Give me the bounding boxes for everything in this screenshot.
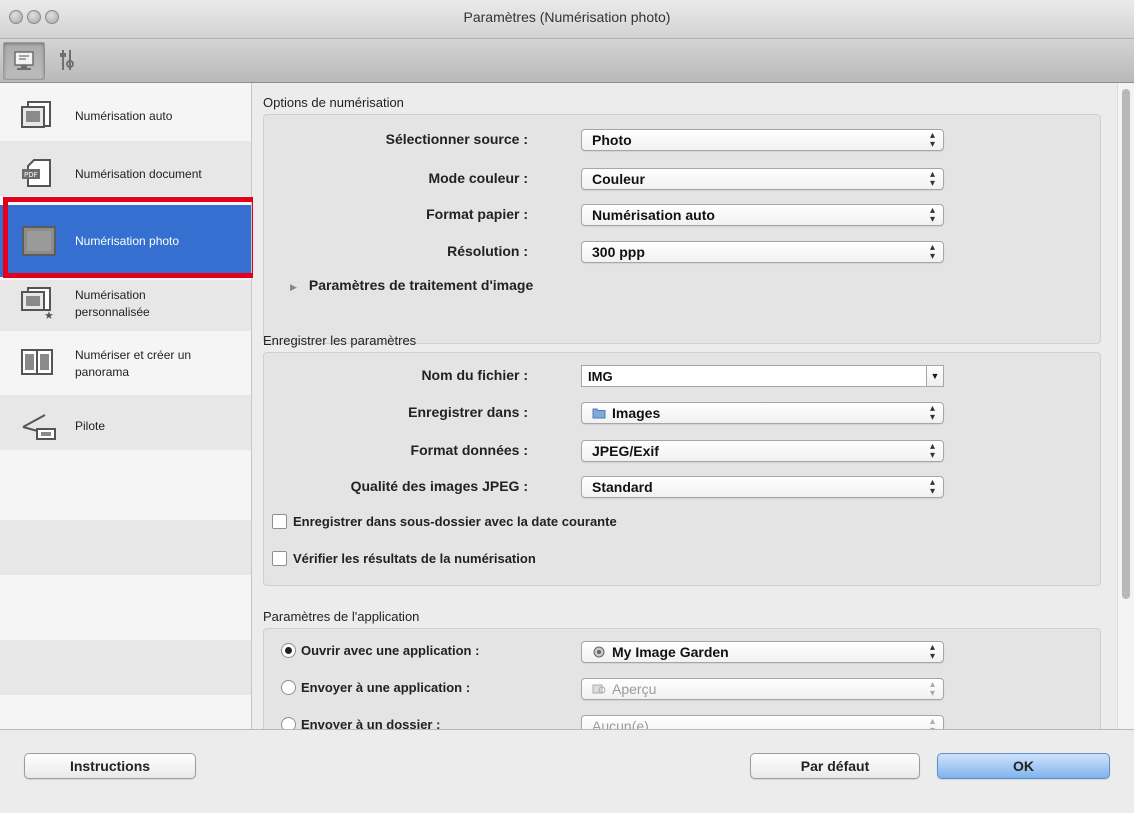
bottom-bar: Instructions Par défaut OK [0, 729, 1134, 813]
app-settings-title: Paramètres de l'application [263, 609, 420, 624]
save-settings-group: Nom du fichier : IMG ▼ Enregistrer dans … [263, 352, 1101, 586]
sidebar-item-label: Numérisation auto [75, 108, 173, 123]
jpeg-quality-label: Qualité des images JPEG : [350, 478, 528, 494]
sidebar-item-panorama[interactable]: Numériser et créer un panorama [0, 336, 251, 394]
save-in-select[interactable]: Images ▴ ▾ [581, 402, 944, 424]
radio-dot [281, 643, 296, 658]
document-scan-icon: PDF [22, 159, 51, 187]
verify-results-checkbox[interactable]: Vérifier les résultats de la numérisatio… [272, 551, 536, 566]
send-to-folder-radio[interactable]: Envoyer à un dossier : [281, 717, 440, 729]
my-image-garden-icon [593, 646, 605, 658]
sidebar-stripe [0, 520, 251, 575]
chevron-updown-icon: ▴▾ [929, 242, 935, 262]
resolution-label: Résolution : [447, 243, 528, 259]
chevron-down-icon: ▼ [930, 371, 940, 381]
save-settings-title: Enregistrer les paramètres [263, 333, 417, 348]
chevron-updown-icon: ▴▾ [929, 403, 935, 423]
sidebar-item-custom-scan[interactable]: ★ Numérisation personnalisée [0, 279, 251, 331]
source-select[interactable]: Photo ▴ ▾ [581, 129, 944, 151]
sidebar-item-label: Numériser et créer un panorama [75, 348, 192, 379]
data-format-select[interactable]: JPEG/Exif ▴ ▾ [581, 440, 944, 462]
scan-options-title: Options de numérisation [263, 95, 404, 110]
chevron-updown-icon: ▴▾ [929, 477, 935, 497]
sidebar: Numérisation auto PDF Numérisation docum… [0, 83, 252, 729]
ok-button[interactable]: OK [937, 753, 1110, 779]
file-name-dropdown-button[interactable]: ▼ [926, 365, 944, 387]
checkbox-box [272, 551, 287, 566]
sidebar-stripe [0, 640, 251, 695]
open-with-app-radio[interactable]: Ouvrir avec une application : [281, 643, 479, 658]
instructions-button[interactable]: Instructions [24, 753, 196, 779]
sidebar-item-label: Pilote [75, 418, 106, 433]
toolbar [0, 39, 1134, 83]
open-with-app-select[interactable]: My Image Garden ▴ ▾ [581, 641, 944, 663]
chevron-updown-icon: ▴▾ [929, 169, 935, 189]
scan-from-computer-tab[interactable] [3, 42, 45, 80]
driver-icon [22, 414, 56, 440]
chevron-updown-icon: ▴▾ [929, 205, 935, 225]
chevron-updown-icon: ▴▾ [929, 642, 935, 662]
app-settings-group: Ouvrir avec une application : My Image G… [263, 628, 1101, 729]
auto-scan-icon [21, 101, 51, 128]
send-to-app-radio[interactable]: Envoyer à une application : [281, 680, 470, 695]
disclosure-triangle-icon: ▶ [290, 282, 297, 292]
highlight-box [3, 197, 257, 278]
color-mode-label: Mode couleur : [428, 170, 528, 186]
paper-size-select[interactable]: Numérisation auto ▴ ▾ [581, 204, 944, 226]
settings-panel: Options de numérisation Sélectionner sou… [253, 83, 1117, 729]
window-title: Paramètres (Numérisation photo) [463, 9, 671, 25]
data-format-label: Format données : [410, 442, 528, 458]
checkbox-box [272, 514, 287, 529]
sidebar-item-label: Numérisation document [75, 166, 202, 181]
radio-dot [281, 717, 296, 729]
jpeg-quality-select[interactable]: Standard ▴ ▾ [581, 476, 944, 498]
vertical-scrollbar[interactable] [1117, 83, 1134, 729]
resolution-select[interactable]: 300 ppp ▴ ▾ [581, 241, 944, 263]
svg-text:PDF: PDF [24, 171, 38, 179]
scan-options-group: Sélectionner source : Photo ▴ ▾ Mode coul… [263, 114, 1101, 344]
general-settings-tab[interactable] [52, 42, 82, 78]
radio-dot [281, 680, 296, 695]
send-to-app-select[interactable]: Aperçu ▴ ▾ [581, 678, 944, 700]
scan-from-computer-icon [14, 51, 34, 70]
chevron-updown-icon: ▴▾ [929, 441, 935, 461]
paper-size-label: Format papier : [426, 206, 528, 222]
send-to-folder-select[interactable]: Aucun(e) ▴▾ [581, 715, 944, 729]
panorama-icon [21, 349, 53, 375]
save-in-label: Enregistrer dans : [408, 404, 528, 420]
image-processing-disclosure[interactable]: ▶ Paramètres de traitement d'image [290, 277, 533, 293]
file-name-input[interactable]: IMG [581, 365, 926, 387]
sidebar-item-document-scan[interactable]: PDF Numérisation document [0, 149, 251, 199]
chevron-updown-icon: ▴▾ [929, 716, 935, 730]
file-name-label: Nom du fichier : [421, 367, 528, 383]
scrollbar-thumb[interactable] [1122, 89, 1130, 599]
custom-scan-icon: ★ [21, 287, 54, 319]
color-mode-select[interactable]: Couleur ▴ ▾ [581, 168, 944, 190]
title-bar: Paramètres (Numérisation photo) [0, 0, 1134, 39]
general-settings-icon [60, 50, 74, 70]
source-label: Sélectionner source : [385, 131, 528, 147]
subfolder-date-checkbox[interactable]: Enregistrer dans sous-dossier avec la da… [272, 514, 617, 529]
sidebar-item-label: Numérisation personnalisée [75, 288, 150, 319]
defaults-button[interactable]: Par défaut [750, 753, 920, 779]
toolbar-separator [44, 47, 45, 74]
chevron-updown-icon: ▴▾ [929, 679, 935, 699]
chevron-updown-icon: ▴▾ [929, 130, 935, 150]
svg-text:★: ★ [44, 309, 54, 319]
preview-app-icon [592, 684, 606, 694]
sidebar-item-driver[interactable]: Pilote [0, 401, 251, 451]
folder-icon [592, 408, 606, 419]
sidebar-item-auto-scan[interactable]: Numérisation auto [0, 91, 251, 141]
